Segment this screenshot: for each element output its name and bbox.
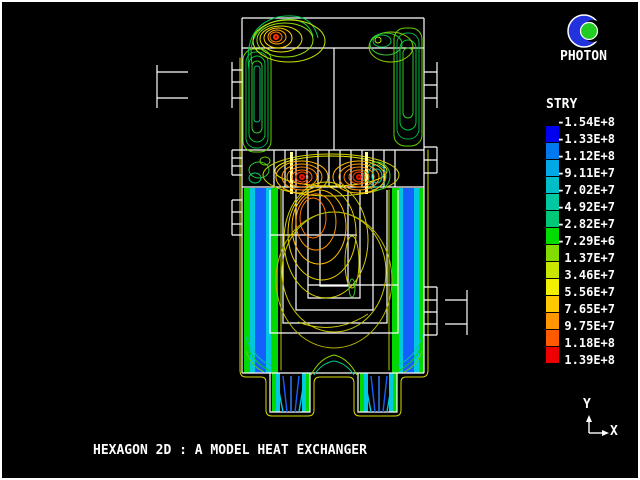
legend-swatch xyxy=(546,143,559,159)
legend-swatch xyxy=(546,177,559,193)
legend-value: -1.54E+8 xyxy=(551,114,615,130)
x-axis-label: X xyxy=(610,424,618,439)
legend-swatch xyxy=(546,330,559,346)
legend-variable-label: STRY xyxy=(546,97,577,112)
legend-value: -1.12E+8 xyxy=(551,148,615,164)
legend-swatch xyxy=(546,347,559,363)
plot-title: HEXAGON 2D : A MODEL HEAT EXCHANGER xyxy=(93,443,367,458)
legend-swatch xyxy=(546,279,559,295)
legend-value: 1.39E+8 xyxy=(551,352,615,368)
legend-value: -1.33E+8 xyxy=(551,131,615,147)
legend-value: -7.02E+7 xyxy=(551,182,615,198)
legend-value: -7.29E+6 xyxy=(551,233,615,249)
legend-value: 5.56E+7 xyxy=(551,284,615,300)
legend-value: 1.18E+8 xyxy=(551,335,615,351)
photon-logo-icon xyxy=(568,15,604,47)
legend-value: -2.82E+7 xyxy=(551,216,615,232)
legend-swatch xyxy=(546,194,559,210)
legend-swatch xyxy=(546,211,559,227)
outlet-legs xyxy=(270,373,397,412)
legend-swatch xyxy=(546,228,559,244)
photon-window: PHOTON STRY -1.54E+8-1.33E+8-1.12E+8-9.1… xyxy=(0,0,640,480)
y-axis-label: Y xyxy=(583,397,591,412)
legend-value: 3.46E+7 xyxy=(551,267,615,283)
legend-value: 1.37E+7 xyxy=(551,250,615,266)
legend-swatch xyxy=(546,296,559,312)
legend-swatch xyxy=(546,245,559,261)
axis-indicator xyxy=(586,415,609,436)
legend-value: -9.11E+7 xyxy=(551,165,615,181)
legend-value: -4.92E+7 xyxy=(551,199,615,215)
legend-swatch xyxy=(546,160,559,176)
legend-swatch xyxy=(546,313,559,329)
legend-swatch xyxy=(546,262,559,278)
app-name-label: PHOTON xyxy=(560,49,607,64)
legend-swatch xyxy=(546,126,559,142)
plot-canvas[interactable] xyxy=(0,0,640,480)
legend-value: 7.65E+7 xyxy=(551,301,615,317)
legend-value: 9.75E+7 xyxy=(551,318,615,334)
